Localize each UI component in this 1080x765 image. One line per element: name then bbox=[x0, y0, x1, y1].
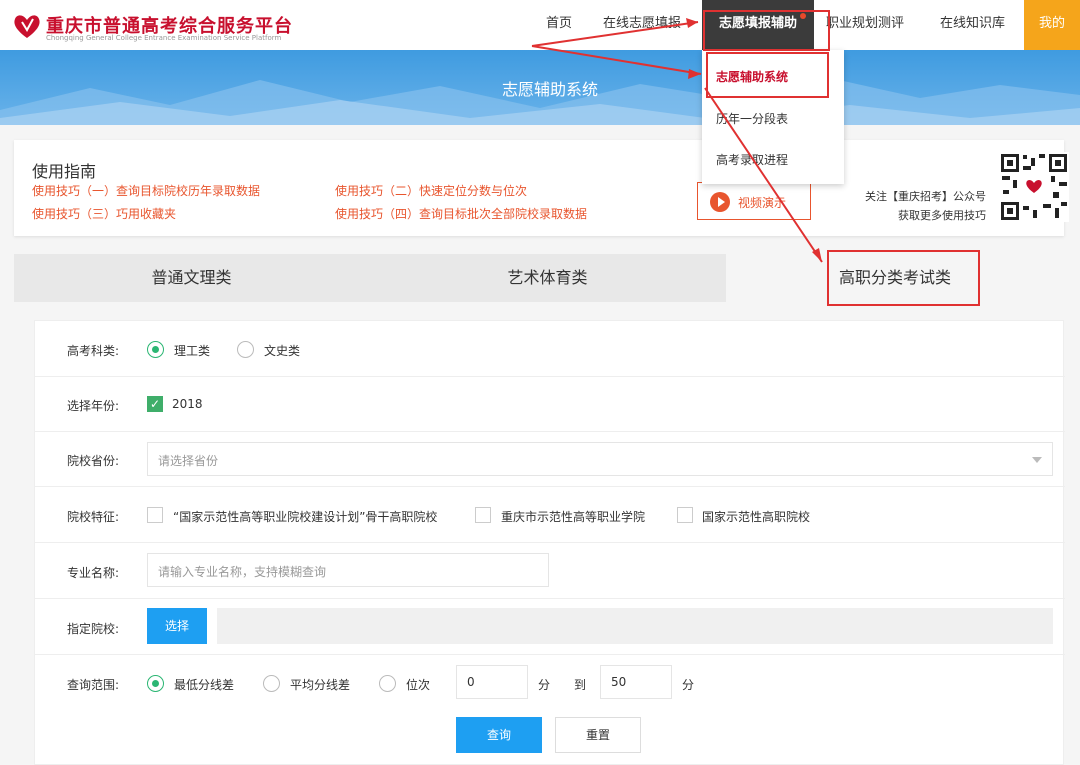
year-label: 选择年份: bbox=[67, 399, 120, 413]
radio-avg-score-diff-label: 平均分线差 bbox=[290, 678, 351, 692]
radio-min-score-diff-label: 最低分线差 bbox=[174, 678, 235, 692]
guide-tip-2[interactable]: 使用技巧（二）快速定位分数与位次 bbox=[335, 182, 527, 199]
radio-science[interactable] bbox=[147, 341, 164, 358]
form-row-year: 选择年份: ✓ 2018 bbox=[35, 377, 1065, 432]
qr-caption-line1: 关注【重庆招考】公众号 bbox=[865, 190, 986, 203]
form-row-subject: 高考科类: 理工类 文史类 bbox=[35, 321, 1065, 377]
tab-arts-sports[interactable]: 艺术体育类 bbox=[369, 254, 726, 302]
nav-knowledge-base[interactable]: 在线知识库 bbox=[940, 0, 1015, 50]
range-label: 查询范围: bbox=[67, 678, 120, 692]
province-select[interactable]: 请选择省份 bbox=[147, 442, 1053, 476]
qr-code-icon bbox=[999, 152, 1069, 222]
year-value: 2018 bbox=[172, 397, 203, 411]
nav-home[interactable]: 首页 bbox=[546, 0, 586, 50]
form-row-features: 院校特征: “国家示范性高等职业院校建设计划”骨干高职院校 重庆市示范性高等职业… bbox=[35, 487, 1065, 543]
radio-rank-label: 位次 bbox=[406, 678, 431, 692]
reset-button[interactable]: 重置 bbox=[555, 717, 641, 753]
province-placeholder: 请选择省份 bbox=[158, 454, 219, 468]
menu-item-score-table[interactable]: 历年一分段表 bbox=[716, 110, 788, 127]
form-row-range: 查询范围: 最低分线差 平均分线差 位次 0 分 到 50 分 bbox=[35, 655, 1065, 711]
usage-guide-panel: 使用指南 使用技巧（一）查询目标院校历年录取数据 使用技巧（二）快速定位分数与位… bbox=[14, 140, 1069, 236]
video-demo-button[interactable]: 视频演示 bbox=[697, 182, 811, 220]
feature-label-2: 重庆市示范性高等职业学院 bbox=[501, 510, 646, 524]
chevron-down-icon bbox=[1032, 457, 1042, 463]
nav-mine[interactable]: 我的 bbox=[1024, 0, 1080, 50]
heart-logo-icon bbox=[14, 15, 40, 38]
feature-checkbox-3[interactable] bbox=[677, 507, 693, 523]
radio-science-label: 理工类 bbox=[174, 344, 211, 358]
radio-arts[interactable] bbox=[237, 341, 254, 358]
nav-online-application[interactable]: 在线志愿填报 bbox=[603, 0, 693, 50]
page-banner: 志愿辅助系统 bbox=[0, 50, 1080, 125]
radio-rank[interactable] bbox=[379, 675, 396, 692]
range-to-label: 到 bbox=[574, 678, 587, 692]
radio-min-score-diff[interactable] bbox=[147, 675, 164, 692]
range-from-input[interactable]: 0 bbox=[456, 665, 528, 699]
guide-tip-4[interactable]: 使用技巧（四）查询目标批次全部院校录取数据 bbox=[335, 205, 587, 222]
major-label: 专业名称: bbox=[67, 566, 120, 580]
qr-caption-line2: 获取更多使用技巧 bbox=[898, 209, 986, 222]
tab-general[interactable]: 普通文理类 bbox=[14, 254, 369, 302]
annotation-box-tab bbox=[827, 250, 980, 306]
feature-label-3: 国家示范性高职院校 bbox=[702, 510, 811, 524]
feature-checkbox-2[interactable] bbox=[475, 507, 491, 523]
selected-school-field[interactable] bbox=[217, 608, 1053, 644]
select-school-button[interactable]: 选择 bbox=[147, 608, 207, 644]
video-demo-label: 视频演示 bbox=[738, 196, 787, 210]
banner-title: 志愿辅助系统 bbox=[501, 80, 598, 99]
range-to-unit: 分 bbox=[682, 678, 695, 692]
query-form: 高考科类: 理工类 文史类 选择年份: ✓ 2018 院校省份: 请选择省份 院… bbox=[34, 320, 1065, 765]
range-to-input[interactable]: 50 bbox=[600, 665, 672, 699]
form-row-province: 院校省份: 请选择省份 bbox=[35, 432, 1065, 487]
feature-checkbox-1[interactable] bbox=[147, 507, 163, 523]
form-row-major: 专业名称: 请输入专业名称，支持模糊查询 bbox=[35, 543, 1065, 599]
logo-subtitle: Chongqing General College Entrance Exami… bbox=[46, 34, 282, 42]
year-checkbox[interactable]: ✓ bbox=[147, 396, 163, 412]
features-label: 院校特征: bbox=[67, 510, 120, 524]
menu-item-admission-progress[interactable]: 高考录取进程 bbox=[716, 151, 788, 168]
query-button[interactable]: 查询 bbox=[456, 717, 542, 753]
major-input[interactable]: 请输入专业名称，支持模糊查询 bbox=[147, 553, 549, 587]
form-row-school: 指定院校: 选择 bbox=[35, 599, 1065, 655]
radio-avg-score-diff[interactable] bbox=[263, 675, 280, 692]
play-icon bbox=[710, 192, 730, 212]
subject-label: 高考科类: bbox=[67, 344, 120, 358]
province-label: 院校省份: bbox=[67, 454, 120, 468]
feature-label-1: “国家示范性高等职业院校建设计划”骨干高职院校 bbox=[173, 510, 438, 524]
annotation-box-menu bbox=[706, 52, 829, 98]
annotation-box-nav bbox=[703, 10, 830, 51]
site-logo[interactable]: 重庆市普通高考综合服务平台 Chongqing General College … bbox=[12, 10, 312, 44]
radio-arts-label: 文史类 bbox=[264, 344, 301, 358]
guide-tip-3[interactable]: 使用技巧（三）巧用收藏夹 bbox=[32, 205, 176, 222]
top-header: 重庆市普通高考综合服务平台 Chongqing General College … bbox=[0, 0, 1080, 50]
guide-title: 使用指南 bbox=[32, 162, 97, 181]
school-label: 指定院校: bbox=[67, 622, 120, 636]
nav-career-assessment[interactable]: 职业规划测评 bbox=[826, 0, 916, 50]
guide-tip-1[interactable]: 使用技巧（一）查询目标院校历年录取数据 bbox=[32, 182, 260, 199]
range-from-unit: 分 bbox=[538, 678, 551, 692]
